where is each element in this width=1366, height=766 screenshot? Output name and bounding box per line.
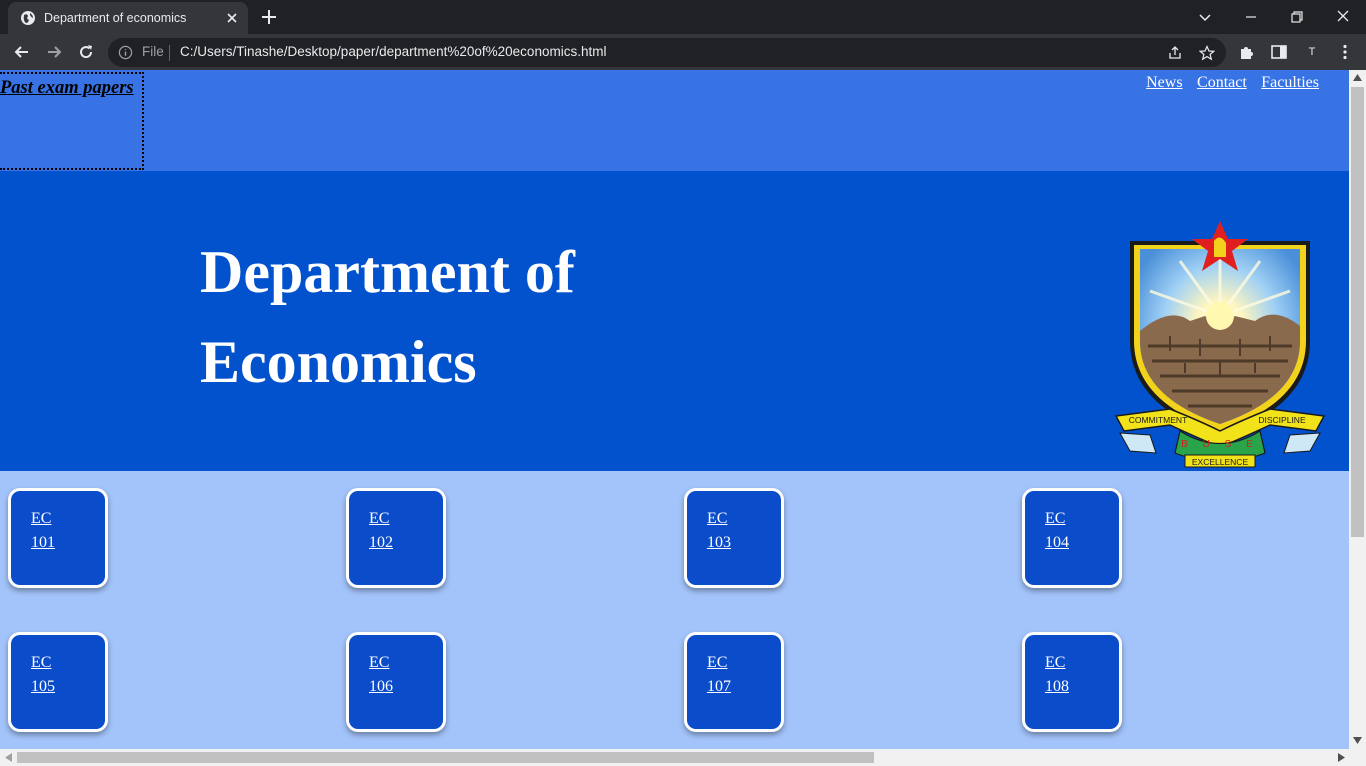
tab-search-chevron-icon[interactable] xyxy=(1194,6,1216,28)
course-code-prefix: EC xyxy=(369,654,390,671)
scroll-right-arrow-icon[interactable] xyxy=(1338,753,1345,762)
forward-arrow-icon[interactable] xyxy=(44,42,64,62)
share-icon[interactable] xyxy=(1167,45,1183,61)
scroll-up-arrow-icon[interactable] xyxy=(1353,74,1362,81)
course-code-prefix: EC xyxy=(1045,510,1066,527)
course-code-number: 107 xyxy=(707,678,731,695)
course-code-number: 103 xyxy=(707,534,731,551)
course-card[interactable]: EC 106 xyxy=(346,632,446,732)
course-code-prefix: EC xyxy=(31,654,52,671)
address-separator xyxy=(169,45,170,61)
course-grid: EC 101 EC 102 EC 103 EC 104 EC 105 EC 106 EC 10… xyxy=(0,471,1349,749)
course-code-number: 108 xyxy=(1045,678,1069,695)
vertical-scrollbar[interactable] xyxy=(1349,70,1366,749)
crest-motto-bottom: EXCELLENCE xyxy=(1192,457,1249,467)
horizontal-scroll-thumb[interactable] xyxy=(17,752,874,763)
address-bar[interactable]: File C:/Users/Tinashe/Desktop/paper/depa… xyxy=(108,38,1226,67)
info-icon[interactable] xyxy=(118,45,133,60)
back-arrow-icon[interactable] xyxy=(12,42,32,62)
course-code-prefix: EC xyxy=(1045,654,1066,671)
nav-links: News Contact Faculties xyxy=(1136,74,1319,92)
course-card[interactable]: EC 103 xyxy=(684,488,784,588)
course-card[interactable]: EC 102 xyxy=(346,488,446,588)
course-card[interactable]: EC 108 xyxy=(1022,632,1122,732)
extensions-puzzle-icon[interactable] xyxy=(1238,43,1256,61)
restore-icon[interactable] xyxy=(1286,6,1308,28)
browser-tab-strip: Department of economics xyxy=(0,0,1366,34)
crest-letters: B U S E xyxy=(1181,439,1259,450)
crest-motto-left: COMMITMENT xyxy=(1129,415,1188,425)
course-code-number: 102 xyxy=(369,534,393,551)
reload-icon[interactable] xyxy=(76,42,96,62)
globe-icon xyxy=(21,11,35,25)
side-panel-icon[interactable] xyxy=(1270,43,1288,61)
past-exam-papers-link[interactable]: Past exam papers xyxy=(0,72,144,170)
course-link[interactable]: EC 106 xyxy=(369,651,409,699)
course-link[interactable]: EC 104 xyxy=(1045,507,1085,555)
course-card[interactable]: EC 105 xyxy=(8,632,108,732)
vertical-scroll-thumb[interactable] xyxy=(1351,87,1364,537)
course-code-prefix: EC xyxy=(31,510,52,527)
course-code-number: 101 xyxy=(31,534,55,551)
horizontal-scrollbar[interactable] xyxy=(0,749,1366,766)
course-link[interactable]: EC 103 xyxy=(707,507,747,555)
nav-link-contact[interactable]: Contact xyxy=(1197,74,1247,91)
nav-link-news[interactable]: News xyxy=(1146,74,1182,91)
page-title: Department of Economics xyxy=(200,239,575,395)
course-code-prefix: EC xyxy=(707,510,728,527)
profile-avatar[interactable]: T xyxy=(1302,42,1322,62)
course-code-number: 106 xyxy=(369,678,393,695)
top-navigation-bar: Past exam papers News Contact Faculties xyxy=(0,70,1349,171)
course-card[interactable]: EC 107 xyxy=(684,632,784,732)
course-card[interactable]: EC 104 xyxy=(1022,488,1122,588)
bookmark-star-icon[interactable] xyxy=(1199,45,1215,61)
course-link[interactable]: EC 108 xyxy=(1045,651,1085,699)
page-viewport: Past exam papers News Contact Faculties … xyxy=(0,70,1349,749)
university-crest-logo: COMMITMENT DISCIPLINE B U S E EXCELLENCE xyxy=(1114,221,1326,468)
nav-link-faculties[interactable]: Faculties xyxy=(1261,74,1319,91)
course-link[interactable]: EC 101 xyxy=(31,507,71,555)
tab-title: Department of economics xyxy=(44,11,187,25)
course-link[interactable]: EC 107 xyxy=(707,651,747,699)
scroll-left-arrow-icon[interactable] xyxy=(5,753,12,762)
scroll-down-arrow-icon[interactable] xyxy=(1353,737,1362,744)
course-code-prefix: EC xyxy=(369,510,390,527)
course-code-prefix: EC xyxy=(707,654,728,671)
more-menu-icon[interactable] xyxy=(1336,43,1354,61)
course-card[interactable]: EC 101 xyxy=(8,488,108,588)
course-link[interactable]: EC 102 xyxy=(369,507,409,555)
close-tab-icon[interactable] xyxy=(224,10,240,26)
close-window-icon[interactable] xyxy=(1332,6,1354,28)
address-scheme-label: File xyxy=(142,44,164,59)
course-link[interactable]: EC 105 xyxy=(31,651,71,699)
hero-banner: Department of Economics COMMITMENT DISCI… xyxy=(0,171,1349,471)
course-code-number: 105 xyxy=(31,678,55,695)
browser-tab-active[interactable]: Department of economics xyxy=(8,2,248,34)
address-url-text[interactable]: C:/Users/Tinashe/Desktop/paper/departmen… xyxy=(180,44,606,59)
course-code-number: 104 xyxy=(1045,534,1069,551)
new-tab-icon[interactable] xyxy=(260,8,278,26)
browser-toolbar: File C:/Users/Tinashe/Desktop/paper/depa… xyxy=(0,34,1366,70)
crest-motto-right: DISCIPLINE xyxy=(1258,415,1306,425)
minimize-icon[interactable] xyxy=(1240,6,1262,28)
